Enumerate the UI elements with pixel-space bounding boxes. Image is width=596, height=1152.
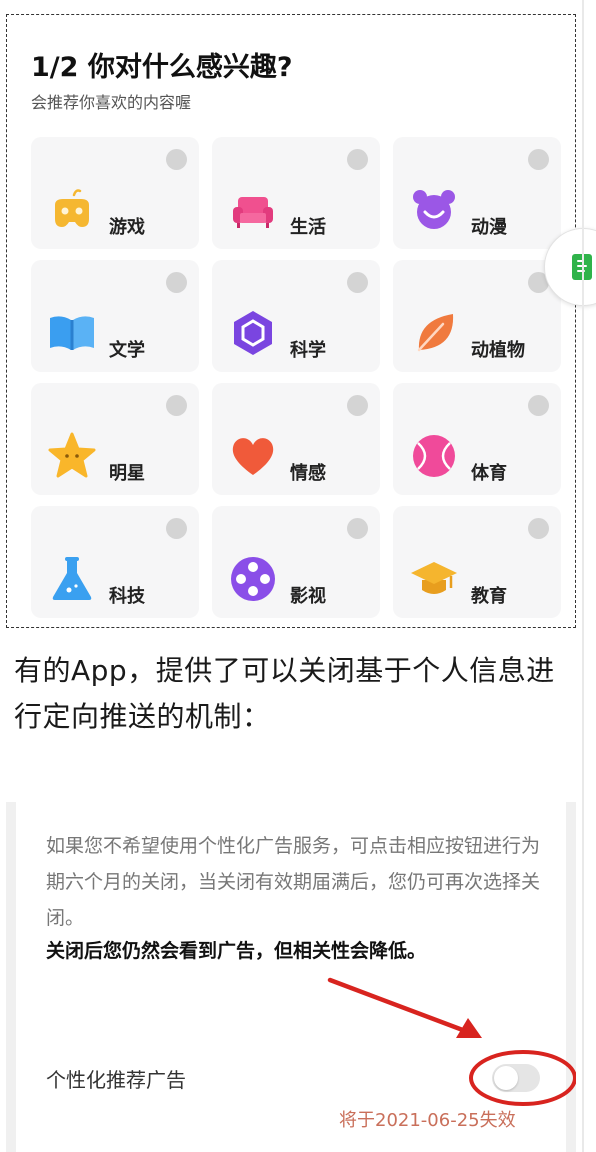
- category-label: 体育: [471, 463, 507, 484]
- interest-subtitle: 会推荐你喜欢的内容喔: [31, 93, 192, 112]
- book-icon: [47, 308, 97, 358]
- red-arrow-annotation: [327, 977, 482, 1038]
- expiry-note: 将于2021-06-25失效: [339, 1110, 516, 1131]
- category-label: 科技: [109, 586, 145, 607]
- interest-title: 1/2 你对什么感兴趣?: [31, 52, 293, 83]
- article-page: 1/2 你对什么感兴趣? 会推荐你喜欢的内容喔 游戏 生活 动漫 文学 科学 动…: [0, 0, 596, 1152]
- category-label: 情感: [290, 463, 326, 484]
- film-reel-icon: [228, 554, 278, 604]
- heart-icon: [228, 431, 278, 481]
- category-label: 科学: [290, 340, 326, 361]
- category-label: 生活: [290, 217, 326, 238]
- category-label: 明星: [109, 463, 145, 484]
- select-circle[interactable]: [528, 149, 549, 170]
- category-card-life[interactable]: 生活: [212, 137, 380, 249]
- red-circle-annotation: [469, 1050, 576, 1106]
- select-circle[interactable]: [166, 395, 187, 416]
- select-circle[interactable]: [347, 149, 368, 170]
- select-circle[interactable]: [166, 272, 187, 293]
- select-circle[interactable]: [347, 272, 368, 293]
- select-circle[interactable]: [347, 518, 368, 539]
- settings-card: 如果您不希望使用个性化广告服务，可点击相应按钮进行为期六个月的关闭，当关闭有效期…: [16, 802, 576, 1152]
- category-label: 动漫: [471, 217, 507, 238]
- category-card-plants-animals[interactable]: 动植物: [393, 260, 561, 372]
- bear-face-icon: [409, 185, 459, 235]
- settings-description: 如果您不希望使用个性化广告服务，可点击相应按钮进行为期六个月的关闭，当关闭有效期…: [46, 835, 541, 929]
- category-card-literature[interactable]: 文学: [31, 260, 199, 372]
- select-circle[interactable]: [528, 395, 549, 416]
- category-label: 文学: [109, 340, 145, 361]
- category-label: 影视: [290, 586, 326, 607]
- gamepad-icon: [47, 185, 97, 235]
- category-card-games[interactable]: 游戏: [31, 137, 199, 249]
- edge-divider: [582, 0, 584, 1152]
- select-circle[interactable]: [347, 395, 368, 416]
- category-card-anime[interactable]: 动漫: [393, 137, 561, 249]
- category-label: 游戏: [109, 217, 145, 238]
- sofa-icon: [228, 185, 278, 235]
- category-card-celebrities[interactable]: 明星: [31, 383, 199, 495]
- graduation-cap-icon: [409, 554, 459, 604]
- category-card-technology[interactable]: 科技: [31, 506, 199, 618]
- flask-icon: [47, 554, 97, 604]
- hexagon-icon: [228, 308, 278, 358]
- category-grid: 游戏 生活 动漫 文学 科学 动植物 明星 情感 体育 科技 影视 教育: [31, 137, 561, 618]
- interest-picker-screenshot: 1/2 你对什么感兴趣? 会推荐你喜欢的内容喔 游戏 生活 动漫 文学 科学 动…: [6, 14, 576, 628]
- ad-settings-screenshot: 如果您不希望使用个性化广告服务，可点击相应按钮进行为期六个月的关闭，当关闭有效期…: [6, 802, 576, 1152]
- category-card-film-tv[interactable]: 影视: [212, 506, 380, 618]
- article-paragraph: 有的App，提供了可以关闭基于个人信息进行定向推送的机制：: [14, 654, 555, 733]
- category-label: 动植物: [471, 340, 525, 361]
- settings-bold-note: 关闭后您仍然会看到广告，但相关性会降低。: [46, 940, 427, 962]
- category-label: 教育: [471, 586, 507, 607]
- toggle-label: 个性化推荐广告: [46, 1068, 186, 1092]
- category-card-science[interactable]: 科学: [212, 260, 380, 372]
- select-circle[interactable]: [528, 518, 549, 539]
- leaf-icon: [409, 308, 459, 358]
- star-icon: [47, 431, 97, 481]
- category-card-sports[interactable]: 体育: [393, 383, 561, 495]
- category-card-education[interactable]: 教育: [393, 506, 561, 618]
- select-circle[interactable]: [166, 149, 187, 170]
- category-card-emotion[interactable]: 情感: [212, 383, 380, 495]
- select-circle[interactable]: [166, 518, 187, 539]
- ball-icon: [409, 431, 459, 481]
